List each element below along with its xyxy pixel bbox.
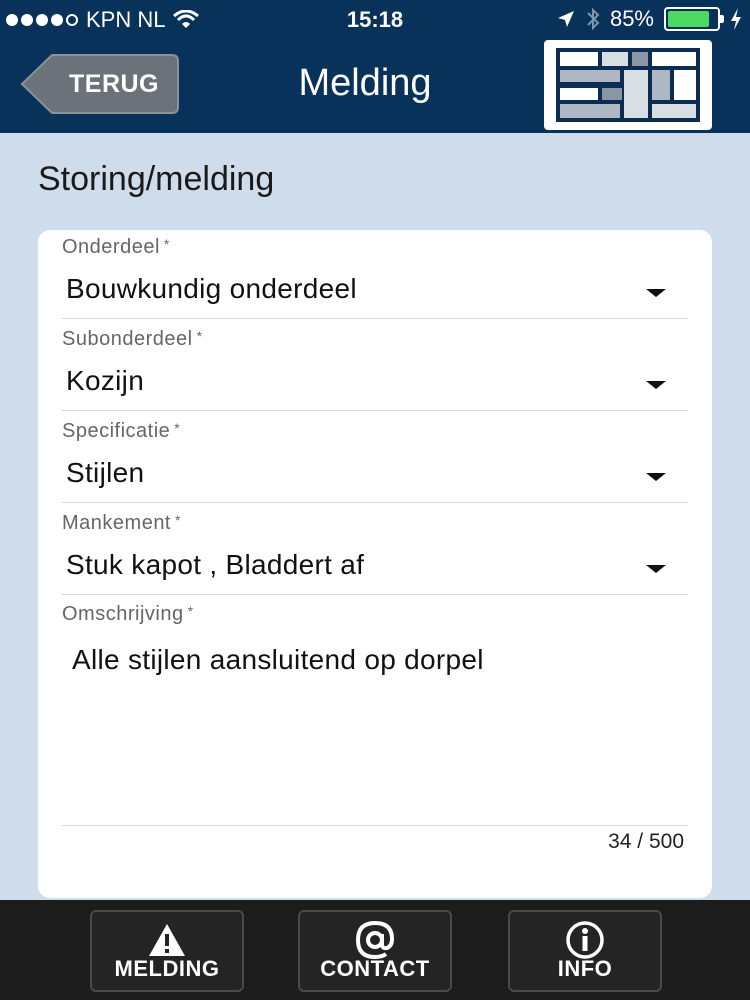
battery-percent: 85%	[609, 6, 654, 31]
mankement-select[interactable]: Stuk kapot , Bladdert af	[62, 535, 688, 595]
field-label: Onderdeel *	[62, 236, 170, 258]
select-value: Stuk kapot , Bladdert af	[66, 549, 365, 580]
select-value: Kozijn	[66, 365, 145, 396]
character-counter: 34 / 500	[608, 830, 684, 853]
tab-melding[interactable]: MELDING	[90, 910, 244, 992]
specificatie-select[interactable]: Stijlen	[62, 443, 688, 503]
field-specificatie: Specificatie * Stijlen	[62, 420, 688, 503]
charging-bolt-icon	[731, 8, 741, 30]
caret-down-icon	[646, 473, 666, 481]
section-title: Storing/melding	[38, 160, 275, 198]
field-label: Specificatie *	[62, 420, 181, 442]
caret-down-icon	[646, 381, 666, 389]
field-label: Mankement *	[62, 512, 181, 534]
subonderdeel-select[interactable]: Kozijn	[62, 351, 688, 411]
field-subonderdeel: Subonderdeel * Kozijn	[62, 328, 688, 411]
onderdeel-select[interactable]: Bouwkundig onderdeel	[62, 259, 688, 319]
form-card: Onderdeel * Bouwkundig onderdeel Subonder…	[38, 230, 712, 898]
field-onderdeel: Onderdeel * Bouwkundig onderdeel	[62, 236, 688, 319]
field-mankement: Mankement * Stuk kapot , Bladdert af	[62, 512, 688, 595]
battery-fill	[668, 11, 709, 27]
tab-label: CONTACT	[320, 956, 430, 981]
caret-down-icon	[646, 565, 666, 573]
nav-header: KPN NL 15:18 85% TERUG Melding	[0, 0, 750, 133]
bluetooth-icon	[587, 7, 600, 31]
select-value: Bouwkundig onderdeel	[66, 273, 357, 304]
select-value: Stijlen	[66, 457, 145, 488]
location-arrow-icon	[557, 11, 574, 27]
tab-info[interactable]: INFO	[508, 910, 662, 992]
status-right: 85%	[556, 6, 742, 32]
caret-down-icon	[646, 289, 666, 297]
tab-bar: MELDING CONTACT INFO	[0, 900, 750, 1000]
company-logo	[544, 40, 712, 130]
tab-label: INFO	[557, 956, 613, 981]
tab-contact[interactable]: CONTACT	[298, 910, 452, 992]
field-omschrijving: Omschrijving * Alle stijlen aansluitend o…	[62, 603, 688, 826]
tab-label: MELDING	[114, 956, 220, 981]
battery-icon	[664, 7, 724, 31]
textarea-value: Alle stijlen aansluitend op dorpel	[72, 644, 484, 675]
field-label: Subonderdeel *	[62, 328, 203, 350]
omschrijving-textarea[interactable]: Alle stijlen aansluitend op dorpel	[62, 626, 688, 826]
status-bar: KPN NL 15:18 85%	[0, 0, 750, 38]
field-label: Omschrijving *	[62, 603, 194, 625]
